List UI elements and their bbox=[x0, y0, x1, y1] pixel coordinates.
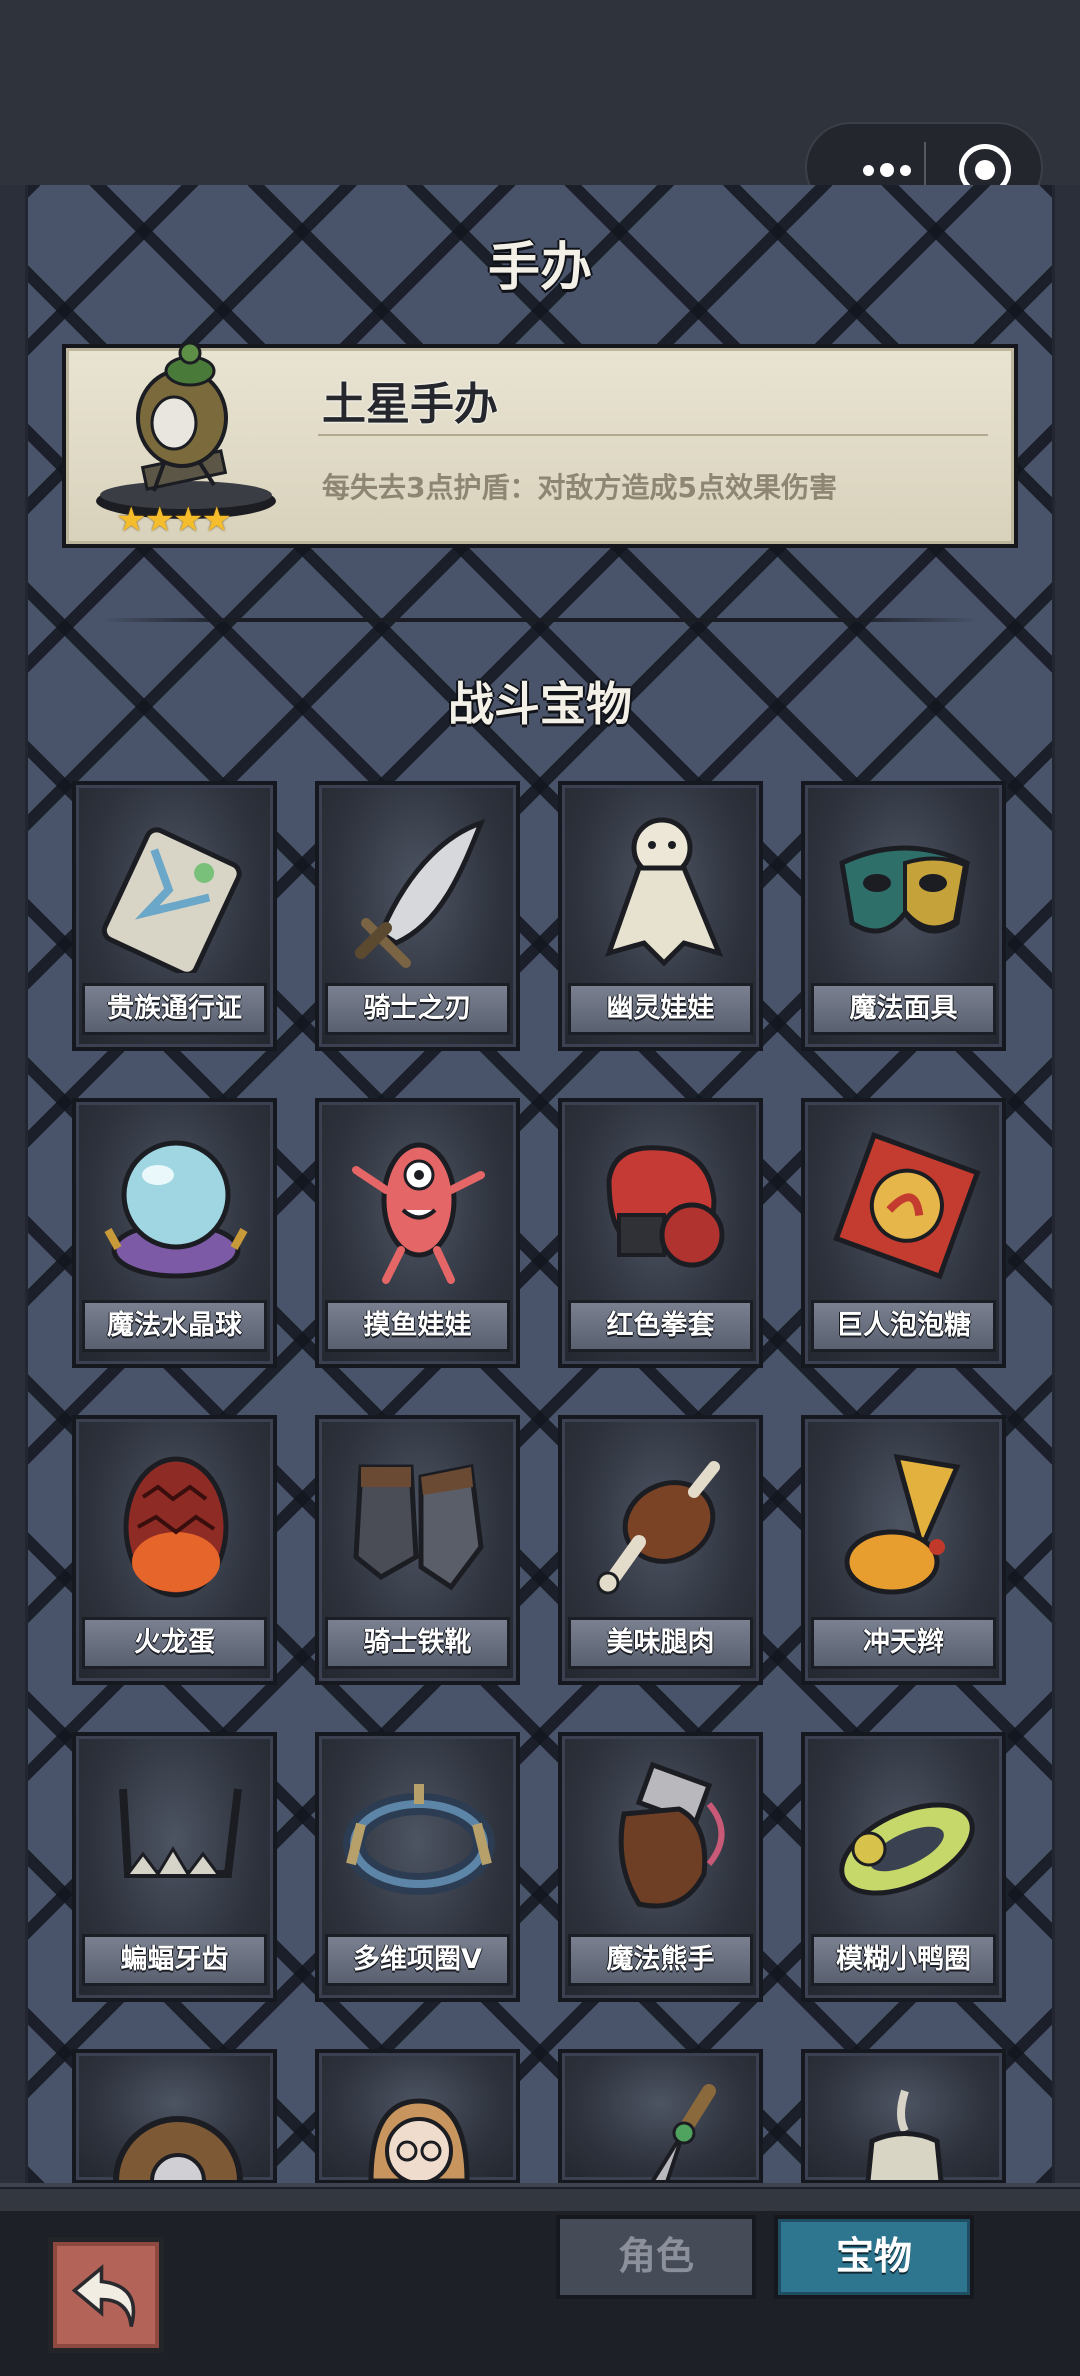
magic-mask-icon bbox=[839, 845, 970, 934]
treasure-item[interactable]: 骑士铁靴 bbox=[315, 1415, 520, 1685]
knight-blade-icon bbox=[355, 818, 486, 968]
treasure-item[interactable] bbox=[801, 2049, 1006, 2184]
treasure-item[interactable]: 模糊小鸭圈 bbox=[801, 1732, 1006, 2002]
treasure-item[interactable]: 骑士之刃 bbox=[315, 781, 520, 1051]
treasure-label: 骑士铁靴 bbox=[325, 1617, 510, 1669]
divider bbox=[318, 434, 988, 436]
treasure-item[interactable]: 幽灵娃娃 bbox=[558, 781, 763, 1051]
tab-role[interactable]: 角色 bbox=[556, 2215, 756, 2299]
fire-dragon-egg-icon bbox=[123, 1456, 229, 1598]
treasure-label: 火龙蛋 bbox=[82, 1617, 267, 1669]
figure-description: 每失去3点护盾：对敌方造成5点效果伤害 bbox=[322, 471, 837, 504]
treasure-label: 模糊小鸭圈 bbox=[811, 1934, 996, 1986]
dagger-icon bbox=[651, 2084, 716, 2180]
wooden-shield-icon bbox=[113, 2116, 243, 2180]
slacker-doll-icon bbox=[352, 1142, 485, 1284]
star-icon: ★ bbox=[144, 500, 175, 540]
treasure-label: 冲天辫 bbox=[811, 1617, 996, 1669]
treasure-item[interactable]: 魔法水晶球 bbox=[72, 1098, 277, 1368]
treasure-item[interactable]: 魔法面具 bbox=[801, 781, 1006, 1051]
section-divider bbox=[100, 618, 980, 622]
noble-pass-card-icon bbox=[101, 827, 242, 973]
treasure-label: 贵族通行证 bbox=[82, 983, 267, 1035]
figure-name: 土星手办 bbox=[322, 379, 498, 430]
treasure-item[interactable]: 美味腿肉 bbox=[558, 1415, 763, 1685]
treasure-item[interactable]: 贵族通行证 bbox=[72, 781, 277, 1051]
treasure-label: 骑士之刃 bbox=[325, 983, 510, 1035]
treasure-label: 巨人泡泡糖 bbox=[811, 1300, 996, 1352]
treasure-label: 魔法水晶球 bbox=[82, 1300, 267, 1352]
treasure-item[interactable]: 红色拳套 bbox=[558, 1098, 763, 1368]
red-boxing-glove-icon bbox=[606, 1145, 725, 1268]
treasure-label: 摸鱼娃娃 bbox=[325, 1300, 510, 1352]
treasure-label: 多维项圈V bbox=[325, 1934, 510, 1986]
star-icon: ★ bbox=[116, 500, 147, 540]
ponytail-icon bbox=[844, 1453, 961, 1595]
treasure-item[interactable]: 魔法熊手 bbox=[558, 1732, 763, 2002]
page-title: 手办 bbox=[487, 238, 592, 298]
treasure-item[interactable] bbox=[315, 2049, 520, 2184]
treasure-item[interactable]: 冲天辫 bbox=[801, 1415, 1006, 1685]
treasure-item[interactable]: 摸鱼娃娃 bbox=[315, 1098, 520, 1368]
treasure-label: 蝙蝠牙齿 bbox=[82, 1934, 267, 1986]
treasure-item[interactable]: 火龙蛋 bbox=[72, 1415, 277, 1685]
figure-card[interactable]: ★★★★ 土星手办 每失去3点护盾：对敌方造成5点效果伤害 bbox=[62, 341, 1018, 548]
candle-icon bbox=[865, 2089, 944, 2180]
crystal-ball-icon bbox=[104, 1140, 248, 1279]
bear-paw-icon bbox=[618, 1761, 725, 1909]
treasure-label: 魔法熊手 bbox=[568, 1934, 753, 1986]
duck-ring-icon bbox=[839, 1802, 975, 1896]
more-dots-icon[interactable] bbox=[837, 152, 937, 188]
star-rating: ★★★★ bbox=[116, 500, 232, 540]
nav-band bbox=[0, 2189, 1080, 2211]
back-arrow-icon bbox=[71, 2264, 136, 2327]
treasure-label: 美味腿肉 bbox=[568, 1617, 753, 1669]
giant-bubblegum-icon bbox=[833, 1131, 981, 1280]
collar-icon bbox=[343, 1784, 495, 1895]
bottom-nav: 角色 宝物 bbox=[0, 2183, 1080, 2376]
drumstick-icon bbox=[596, 1461, 720, 1595]
treasure-item[interactable]: 蝙蝠牙齿 bbox=[72, 1732, 277, 2002]
star-icon: ★ bbox=[172, 500, 204, 540]
treasure-label: 幽灵娃娃 bbox=[568, 983, 753, 1035]
treasure-item[interactable]: 多维项圈V bbox=[315, 1732, 520, 2002]
star-icon: ★ bbox=[201, 500, 232, 540]
knight-iron-boots-icon bbox=[353, 1464, 484, 1591]
ghost-doll-icon bbox=[605, 817, 724, 967]
treasure-item[interactable] bbox=[72, 2049, 277, 2184]
tab-treasure[interactable]: 宝物 bbox=[774, 2215, 974, 2299]
treasure-item[interactable] bbox=[558, 2049, 763, 2184]
back-button[interactable] bbox=[48, 2237, 164, 2353]
treasure-label: 红色拳套 bbox=[568, 1300, 753, 1352]
girl-doll-icon bbox=[368, 2098, 470, 2180]
bat-teeth-icon bbox=[119, 1788, 242, 1878]
treasure-item[interactable]: 巨人泡泡糖 bbox=[801, 1098, 1006, 1368]
treasure-label: 魔法面具 bbox=[811, 983, 996, 1035]
section-title: 战斗宝物 bbox=[448, 677, 632, 731]
